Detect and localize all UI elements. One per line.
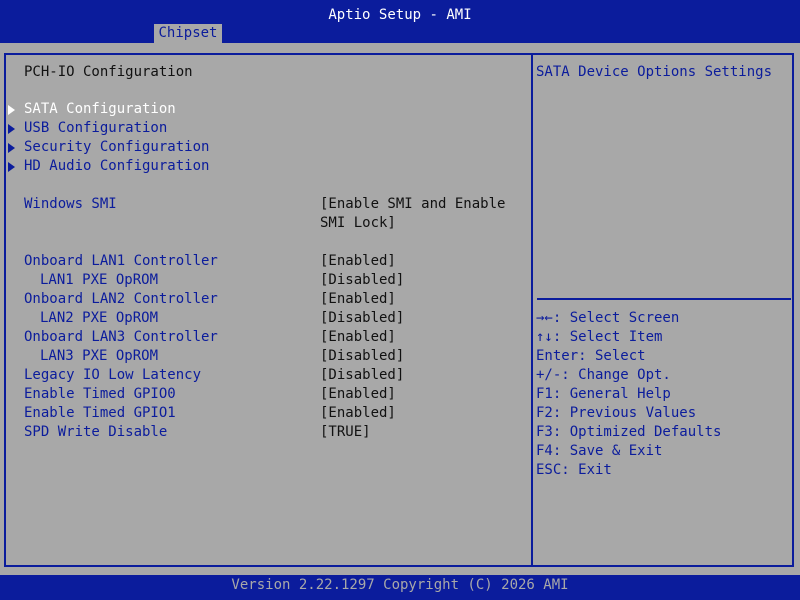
setting-label: LAN3 PXE OpROM	[40, 348, 159, 364]
tab-chipset[interactable]: Chipset	[154, 24, 222, 43]
vertical-divider	[531, 53, 533, 565]
setting-label: Onboard LAN2 Controller	[24, 291, 218, 307]
setting-value: [Disabled]	[320, 272, 405, 288]
footer-version: Version 2.22.1297 Copyright (C) 2026 AMI	[231, 577, 569, 593]
setting-value: [Enabled]	[320, 329, 396, 345]
setting-label: Legacy IO Low Latency	[24, 367, 202, 383]
window-title: Aptio Setup - AMI	[328, 7, 472, 23]
setting-value: [Disabled]	[320, 367, 405, 383]
submenu-label: Security Configuration	[24, 139, 210, 155]
submenu-arrow-icon	[8, 105, 15, 115]
main-panel: PCH-IO Configuration SATA Configuration …	[0, 43, 800, 575]
help-text: SATA Device Options Settings	[536, 64, 773, 80]
page-title: PCH-IO Configuration	[24, 64, 193, 80]
key-esc-exit: ESC: Exit	[536, 462, 612, 478]
setting-value: [Disabled]	[320, 310, 405, 326]
key-select-item: ↑↓: Select Item	[536, 329, 663, 345]
setting-label: SPD Write Disable	[24, 424, 168, 440]
submenu-label: USB Configuration	[24, 120, 168, 136]
setting-label: Windows SMI	[24, 196, 117, 212]
setting-value: [Enabled]	[320, 291, 396, 307]
setting-value: [TRUE]	[320, 424, 371, 440]
setting-value-continued: SMI Lock]	[320, 215, 396, 231]
setting-label: Onboard LAN3 Controller	[24, 329, 218, 345]
setting-label: LAN2 PXE OpROM	[40, 310, 159, 326]
setting-value: [Disabled]	[320, 348, 405, 364]
submenu-label: HD Audio Configuration	[24, 158, 210, 174]
setting-label: Enable Timed GPIO1	[24, 405, 176, 421]
submenu-arrow-icon	[8, 124, 15, 134]
setting-value: [Enabled]	[320, 253, 396, 269]
setting-label: LAN1 PXE OpROM	[40, 272, 159, 288]
setting-value: [Enabled]	[320, 405, 396, 421]
key-enter-select: Enter: Select	[536, 348, 646, 364]
setting-label: Enable Timed GPIO0	[24, 386, 176, 402]
setting-value: [Enable SMI and Enable	[320, 196, 506, 212]
setting-value: [Enabled]	[320, 386, 396, 402]
key-previous-values: F2: Previous Values	[536, 405, 697, 421]
setting-label: Onboard LAN1 Controller	[24, 253, 218, 269]
submenu-label: SATA Configuration	[24, 101, 176, 117]
help-divider	[537, 298, 791, 300]
key-general-help: F1: General Help	[536, 386, 671, 402]
key-change-opt: +/-: Change Opt.	[536, 367, 671, 383]
key-save-exit: F4: Save & Exit	[536, 443, 663, 459]
key-select-screen: →←: Select Screen	[536, 310, 680, 326]
submenu-arrow-icon	[8, 143, 15, 153]
key-optimized-defaults: F3: Optimized Defaults	[536, 424, 722, 440]
submenu-arrow-icon	[8, 162, 15, 172]
